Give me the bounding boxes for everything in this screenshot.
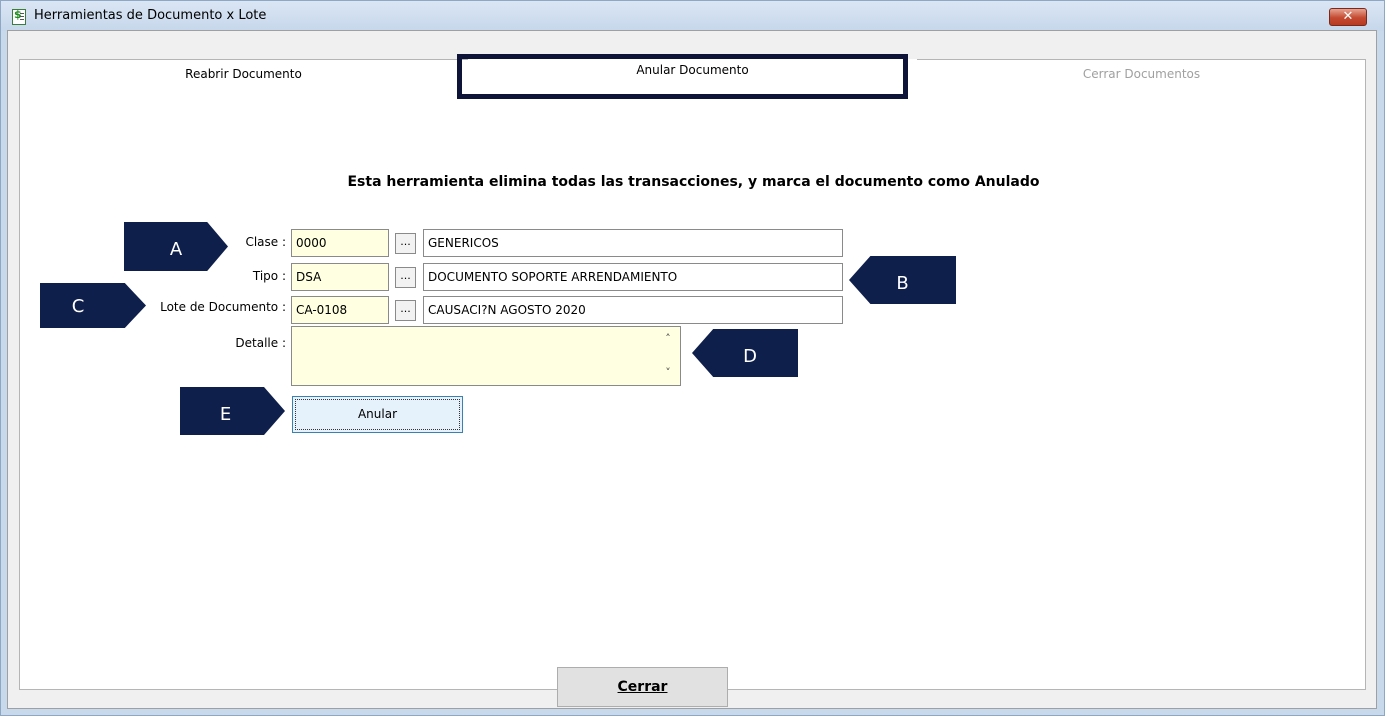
tab-cerrar-documentos[interactable]: Cerrar Documentos <box>917 59 1366 89</box>
callout-d: D <box>692 329 798 377</box>
clase-lookup-button[interactable]: ... <box>395 233 416 254</box>
tab-reabrir-documento[interactable]: Reabrir Documento <box>19 59 468 89</box>
scroll-down-arrow-icon[interactable]: ˅ <box>662 366 674 380</box>
lote-label: Lote de Documento : <box>160 300 286 314</box>
tab-panel <box>19 59 1366 690</box>
lote-code-input[interactable]: CA-0108 <box>291 296 389 324</box>
active-tab-highlight <box>457 54 908 99</box>
tipo-code-input[interactable]: DSA <box>291 263 389 291</box>
client-area: Reabrir Documento Anular Documento Cerra… <box>7 30 1377 709</box>
app-icon <box>12 8 26 25</box>
callout-c: C <box>40 283 146 328</box>
detalle-textarea[interactable] <box>291 326 681 386</box>
clase-code-input[interactable]: 0000 <box>291 229 389 257</box>
tipo-label: Tipo : <box>252 269 286 283</box>
callout-e: E <box>180 387 285 435</box>
tipo-description-field: DOCUMENTO SOPORTE ARRENDAMIENTO <box>423 263 843 291</box>
callout-b: B <box>849 256 956 304</box>
title-bar: Herramientas de Documento x Lote ✕ <box>1 1 1384 31</box>
window-title: Herramientas de Documento x Lote <box>34 8 267 23</box>
scroll-up-arrow-icon[interactable]: ˄ <box>662 332 674 346</box>
lote-description-field: CAUSACI?N AGOSTO 2020 <box>423 296 843 324</box>
lote-lookup-button[interactable]: ... <box>395 300 416 321</box>
clase-description-field: GENERICOS <box>423 229 843 257</box>
cerrar-mnemonic: Cerrar <box>617 679 668 695</box>
detalle-label: Detalle : <box>235 336 286 350</box>
callout-a: A <box>124 222 228 271</box>
tipo-lookup-button[interactable]: ... <box>395 267 416 288</box>
close-button[interactable]: ✕ <box>1329 8 1367 26</box>
page-heading: Esta herramienta elimina todas las trans… <box>347 174 1040 190</box>
cerrar-button[interactable]: Cerrar <box>557 667 728 707</box>
anular-button[interactable]: Anular <box>292 396 463 433</box>
